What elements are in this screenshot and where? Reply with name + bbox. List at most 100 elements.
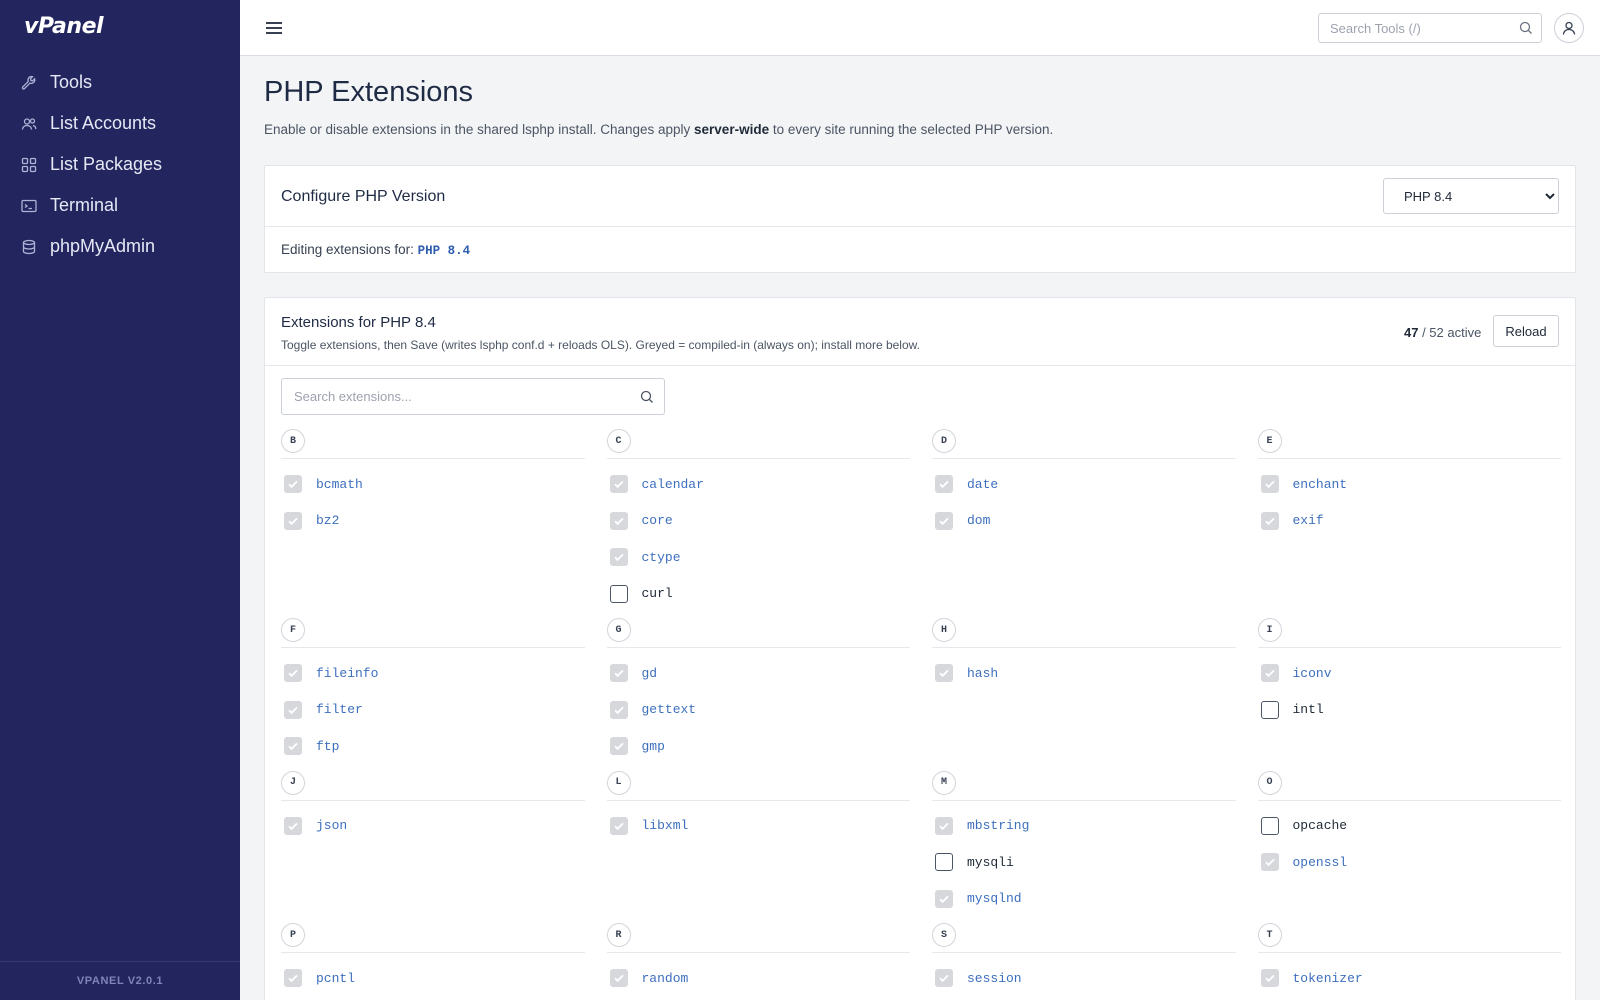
extension-item[interactable]: openssl (1258, 844, 1562, 881)
extension-name: gmp (641, 738, 665, 754)
extension-item[interactable]: ctype (607, 539, 911, 576)
page-description-emphasis: server-wide (694, 122, 770, 137)
extension-checkbox[interactable] (1260, 700, 1279, 719)
extension-group-header: C (606, 429, 910, 459)
extension-name: fileinfo (316, 665, 379, 681)
sidebar-item-list-packages[interactable]: List Packages (0, 144, 240, 185)
extension-item[interactable]: bz2 (281, 503, 585, 540)
extension-checkbox[interactable] (609, 664, 628, 683)
reload-button[interactable]: Reload (1493, 315, 1559, 347)
extension-item[interactable]: core (607, 503, 911, 540)
user-menu-button[interactable] (1554, 13, 1584, 43)
extension-checkbox[interactable] (935, 889, 953, 908)
wrench-icon (20, 74, 38, 92)
extension-item[interactable]: libxml (607, 808, 911, 845)
extension-name: pcntl (316, 970, 356, 986)
page-description: Enable or disable extensions in the shar… (264, 122, 1054, 137)
extension-checkbox[interactable] (935, 664, 953, 683)
extension-item[interactable]: fileinfo (281, 655, 585, 692)
extension-group: Rrandom (606, 923, 911, 1000)
tools-search-input[interactable] (1319, 14, 1509, 42)
extension-item[interactable]: mysqli (932, 844, 1236, 881)
extension-item[interactable]: curl (607, 576, 911, 613)
extension-checkbox[interactable] (1260, 853, 1279, 872)
extension-item[interactable]: calendar (607, 466, 911, 503)
extension-checkbox[interactable] (1260, 475, 1279, 494)
extension-item[interactable]: dom (932, 503, 1236, 540)
sidebar-item-list-accounts[interactable]: List Accounts (0, 103, 240, 144)
extension-checkbox[interactable] (284, 511, 302, 530)
extension-name: openssl (1292, 854, 1348, 870)
extension-item[interactable]: bcmath (281, 466, 585, 503)
editing-version: PHP 8.4 (417, 244, 471, 258)
extension-item[interactable]: pcntl (281, 960, 585, 997)
extension-group-header: E (1257, 429, 1561, 459)
extensions-card-header: Extensions for PHP 8.4 Toggle extensions… (265, 298, 1575, 366)
sidebar-item-tools[interactable]: Tools (0, 62, 240, 103)
extension-item[interactable]: mbstring (932, 808, 1236, 845)
extension-item[interactable]: filter (281, 692, 585, 729)
extension-item[interactable]: iconv (1258, 655, 1562, 692)
topbar (240, 0, 1600, 56)
extension-group: Iiconv intl (1257, 618, 1562, 771)
extension-item[interactable]: tokenizer (1258, 960, 1562, 997)
extension-checkbox[interactable] (935, 969, 953, 988)
extension-checkbox[interactable] (284, 816, 302, 835)
extension-item[interactable]: random (607, 960, 911, 997)
extension-item[interactable]: gettext (607, 692, 911, 729)
extension-checkbox[interactable] (609, 511, 628, 530)
extension-group: Mmbstring mysqli mysqlnd (932, 770, 1236, 924)
extension-checkbox[interactable] (1260, 816, 1279, 835)
menu-toggle-button[interactable] (264, 18, 284, 38)
extension-group-row: Jjson Llibxml Mmbstring mysqli mysqlnd Oopcac… (281, 770, 1562, 924)
extension-item[interactable]: exif (1258, 503, 1562, 540)
extension-checkbox[interactable] (609, 548, 628, 567)
app-logo[interactable]: vPanel (24, 14, 104, 39)
sidebar-item-terminal[interactable]: Terminal (0, 185, 240, 226)
configure-php-card: Configure PHP Version PHP 8.4 Editing ex… (264, 165, 1576, 273)
extension-group: Jjson (281, 770, 585, 924)
sidebar-item-label: phpMyAdmin (50, 236, 156, 256)
extension-checkbox[interactable] (284, 700, 302, 719)
extension-checkbox[interactable] (284, 664, 302, 683)
extension-group-header: R (606, 923, 910, 953)
extension-checkbox[interactable] (609, 816, 628, 835)
extension-checkbox[interactable] (935, 475, 953, 494)
extension-group-header: B (281, 429, 585, 459)
extension-item[interactable]: mysqlnd (932, 881, 1236, 918)
extension-item[interactable]: opcache (1258, 808, 1562, 845)
extension-checkbox[interactable] (1260, 511, 1279, 530)
extension-name: bcmath (316, 476, 363, 492)
extension-checkbox[interactable] (935, 511, 953, 530)
extension-checkbox[interactable] (609, 475, 628, 494)
extension-checkbox[interactable] (935, 816, 953, 835)
extension-item[interactable]: date (932, 466, 1236, 503)
extension-checkbox[interactable] (1260, 664, 1279, 683)
extension-checkbox[interactable] (935, 853, 953, 872)
extension-checkbox[interactable] (284, 969, 302, 988)
extension-item[interactable]: enchant (1258, 466, 1562, 503)
sidebar-item-phpmyadmin[interactable]: phpMyAdmin (0, 226, 240, 267)
extension-group-header: M (932, 770, 1236, 801)
database-icon (20, 238, 38, 256)
extension-checkbox[interactable] (609, 584, 628, 603)
extension-item[interactable]: gd (607, 655, 911, 692)
check-icon (613, 743, 624, 751)
extension-item[interactable]: intl (1258, 692, 1562, 729)
extension-checkbox[interactable] (1260, 969, 1279, 988)
extension-checkbox[interactable] (609, 969, 628, 988)
extension-checkbox[interactable] (609, 737, 628, 756)
extension-item[interactable]: session (932, 960, 1236, 997)
extension-checkbox[interactable] (284, 475, 302, 494)
extension-item[interactable]: gmp (607, 728, 911, 765)
extension-search-input[interactable] (282, 379, 622, 414)
php-version-select[interactable]: PHP 8.4 (1383, 178, 1559, 214)
extension-item[interactable]: hash (932, 655, 1236, 692)
extension-group-header: T (1257, 923, 1561, 953)
extension-checkbox[interactable] (609, 700, 628, 719)
extension-item[interactable]: json (281, 808, 585, 845)
extension-item[interactable]: ftp (281, 728, 585, 765)
extension-checkbox[interactable] (284, 737, 302, 756)
extension-name: calendar (641, 476, 704, 492)
check-icon (939, 670, 949, 678)
